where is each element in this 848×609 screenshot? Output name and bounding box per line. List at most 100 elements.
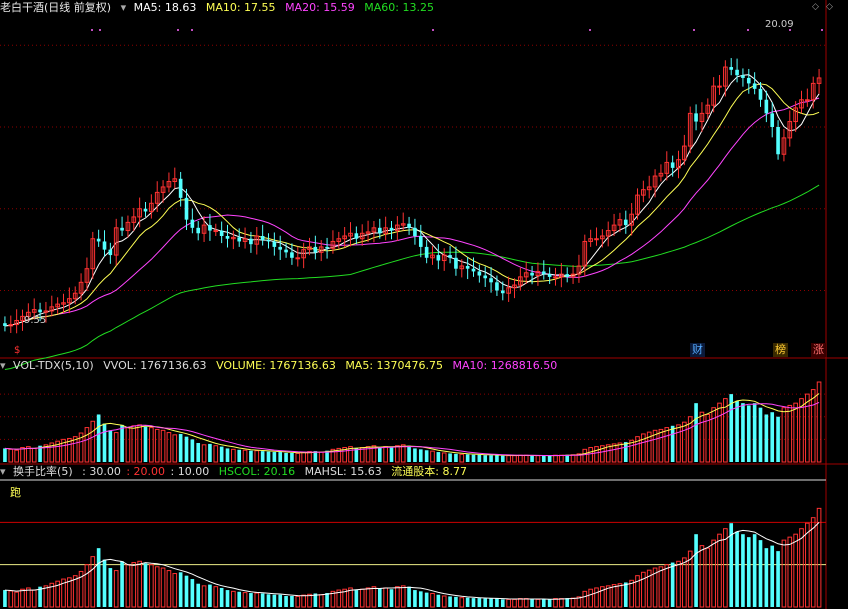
volume-bar <box>301 451 306 463</box>
candle-body <box>424 246 429 258</box>
candle-body <box>547 274 552 277</box>
volume-bar <box>535 455 541 463</box>
volume-bar <box>611 443 617 463</box>
volume-bar <box>664 427 670 463</box>
volume-bar <box>318 451 324 463</box>
volume-bar <box>242 449 248 463</box>
turnover-bar <box>582 590 588 608</box>
volume-bar <box>389 447 394 462</box>
candle-body <box>196 227 201 234</box>
volume-bar <box>395 445 400 463</box>
volume-bar <box>787 404 793 463</box>
event-tag-dollar[interactable]: $ <box>12 344 22 358</box>
turnover-menu-icon[interactable]: ▾ <box>0 465 6 478</box>
volume-bar <box>518 454 523 463</box>
candle-body <box>752 83 757 89</box>
diamond-icon-right[interactable]: ◇ <box>826 2 833 12</box>
candle-body <box>735 69 739 76</box>
volume-bar <box>284 452 288 462</box>
volume-bar <box>582 448 588 463</box>
turnover-bar <box>72 575 78 608</box>
candle-body <box>184 197 189 220</box>
ma5-value: MA5: 18.63 <box>133 1 197 14</box>
candle-body <box>96 238 101 242</box>
event-tag-finance[interactable]: 财 <box>690 343 705 357</box>
event-tag-limit-up[interactable]: 涨 <box>811 343 826 357</box>
turnover-bar <box>741 534 745 607</box>
volume-bar <box>266 451 271 462</box>
ma60-line <box>4 184 820 370</box>
dropdown-triangle-icon[interactable]: ▾ <box>121 1 127 14</box>
turnover-bar <box>799 528 804 608</box>
volume-bar <box>717 402 722 463</box>
turnover-bar <box>295 595 301 608</box>
turnover-bar <box>254 592 260 608</box>
turnover-bar <box>430 592 435 608</box>
turnover-bar <box>758 540 763 607</box>
volume-bar <box>201 444 207 463</box>
event-tag-ranking[interactable]: 榜 <box>773 343 788 357</box>
candle-body <box>805 99 810 102</box>
turnover-bar <box>354 590 359 607</box>
volume-bar <box>160 429 166 463</box>
turnover-bar <box>676 560 681 608</box>
volume-bar <box>225 448 230 462</box>
turnover-bar <box>143 563 148 607</box>
volume-bar <box>196 442 201 462</box>
volume-bar <box>90 420 96 463</box>
turnover-bar <box>483 598 488 607</box>
turnover-bar <box>400 585 406 608</box>
turnover-bar <box>365 587 371 608</box>
volume-menu-icon[interactable]: ▾ <box>0 359 6 372</box>
volume-bar <box>424 450 429 462</box>
turnover-bar <box>208 584 212 607</box>
candle-body <box>325 246 329 249</box>
volume-bar <box>523 454 529 463</box>
volume-bar <box>84 427 90 463</box>
turnover-bar <box>325 593 329 607</box>
volume-bar <box>441 452 447 463</box>
candle-body <box>213 230 219 233</box>
volume-bar <box>805 393 810 463</box>
marker-dot <box>747 29 749 31</box>
volume-bar <box>436 452 441 462</box>
volume-bar <box>272 452 277 462</box>
volume-bar <box>213 445 219 463</box>
turnover-bar <box>518 598 523 608</box>
volume-bar <box>131 425 137 463</box>
ma10-value: MA10: 17.55 <box>205 1 276 14</box>
volume-bar <box>483 455 488 462</box>
candle-body <box>143 208 148 212</box>
candle-body <box>249 238 253 245</box>
turnover-bar <box>219 587 224 607</box>
turnover-bar <box>413 590 417 607</box>
turnover-bar <box>172 573 178 608</box>
candle-body <box>471 268 476 272</box>
turnover-bar <box>682 557 687 608</box>
turnover-bar <box>249 593 253 607</box>
candle-body <box>436 255 441 261</box>
volume-bar <box>249 450 253 462</box>
volume-bar <box>448 453 452 462</box>
marker-dot <box>99 29 101 31</box>
turnover-bar <box>113 570 119 608</box>
stock-chart[interactable] <box>0 0 848 609</box>
turnover-bar <box>278 594 283 607</box>
turnover-bar <box>284 595 288 607</box>
volume-bar <box>190 439 195 462</box>
candle-body <box>38 309 42 313</box>
turnover-bar <box>459 597 465 608</box>
volume-value: VOLUME: 1767136.63 <box>216 359 336 372</box>
volume-bar <box>208 443 212 462</box>
diamond-icon[interactable]: ◇ <box>812 2 819 12</box>
volume-bar <box>400 444 406 463</box>
volume-bar <box>588 447 593 463</box>
turnover-bar <box>377 588 382 607</box>
ma5-line <box>4 74 820 327</box>
turnover-bar <box>26 587 31 608</box>
turnover-bar <box>96 548 101 607</box>
candle-body <box>465 265 470 269</box>
candle-body <box>454 257 458 269</box>
turnover-bar <box>781 539 787 608</box>
volume-bar <box>658 428 664 463</box>
